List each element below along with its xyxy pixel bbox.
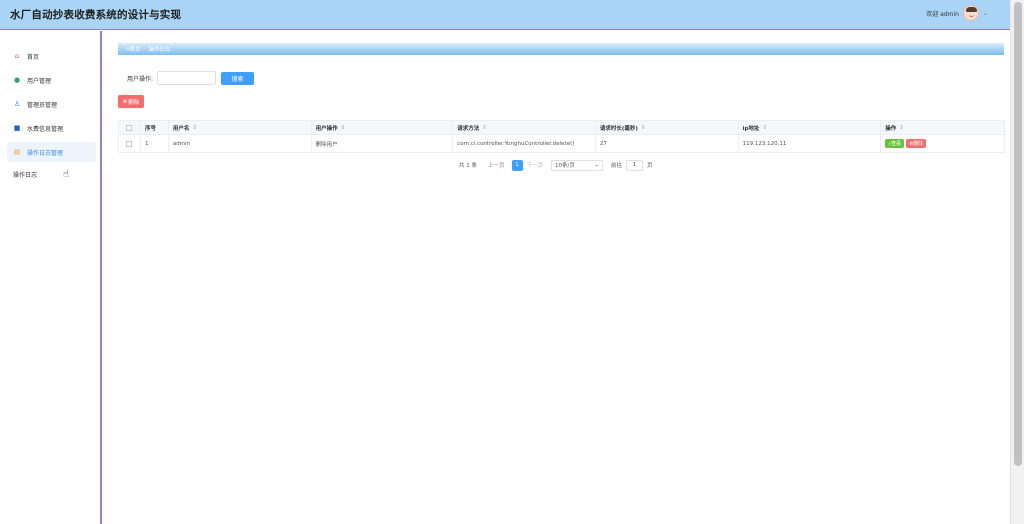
row-checkbox[interactable] [119, 135, 141, 152]
breadcrumb: ⌂ 首页 - 操作日志 [118, 43, 1004, 55]
table-header: 序号 用户名 ⇕ 用户操作 ⇕ 请求方法 ⇕ 请求时长(毫秒) ⇕ ip地址 ⇕ 操作 ⇕ [119, 121, 1004, 135]
sidebar-item-users[interactable]: ● 用户管理 [7, 70, 96, 90]
app-title: 水厂自动抄表收费系统的设计与实现 [10, 9, 182, 21]
cell-duration: 27 [596, 135, 739, 152]
page-unit-label: 页 [647, 163, 653, 169]
sidebar-item-operation-log[interactable]: ▤ 操作日志管理 [7, 142, 96, 162]
sidebar-item-label: 用户管理 [27, 77, 52, 85]
sidebar-item-label: 首页 [27, 53, 40, 61]
vertical-scrollbar[interactable] [1010, 0, 1024, 524]
sort-icon: ⇕ [762, 124, 768, 131]
cell-operation: 删除用户 [312, 135, 454, 152]
sort-icon: ⇕ [640, 124, 646, 131]
sidebar-item-water-fee[interactable]: ■ 水费信息管理 [7, 118, 96, 138]
search-button[interactable]: 搜索 [221, 72, 254, 85]
breadcrumb-home[interactable]: 首页 [130, 45, 141, 53]
column-header-ip[interactable]: ip地址 ⇕ [739, 121, 882, 134]
column-header-operation[interactable]: 用户操作 ⇕ [312, 121, 454, 134]
pagination: 共 1 条 上一页 1 下一页 10条/页 ⌄ 前往 1 页 [459, 159, 653, 171]
log-icon: ▤ [13, 148, 21, 156]
next-page-button[interactable]: 下一页 [527, 161, 544, 169]
cell-username: admin [169, 135, 312, 152]
user-icon: ● [13, 76, 21, 84]
page-number-current[interactable]: 1 [511, 159, 523, 171]
welcome-text: 欢迎 admin [926, 10, 959, 18]
sidebar-subitem-operation-log[interactable]: 操作日志 [13, 170, 37, 179]
sort-icon: ⇕ [482, 124, 487, 131]
breadcrumb-separator: - [143, 46, 146, 52]
admin-icon: ♙ [13, 100, 21, 108]
pagination-total: 共 1 条 [459, 163, 477, 169]
batch-delete-button[interactable]: ⊗ 删除 [118, 95, 144, 108]
cell-actions: ⌕查看 ⊗删除 [881, 135, 1004, 152]
sort-icon: ⇕ [192, 124, 198, 131]
home-icon: ⌂ [14, 52, 20, 60]
column-header-actions[interactable]: 操作 ⇕ [881, 121, 1004, 134]
table-row: 1 admin 删除用户 com.cl.controller.YonghuCon… [119, 135, 1004, 152]
column-header-duration[interactable]: 请求时长(毫秒) ⇕ [596, 121, 739, 134]
log-table: 序号 用户名 ⇕ 用户操作 ⇕ 请求方法 ⇕ 请求时长(毫秒) ⇕ ip地址 ⇕ 操作 ⇕ … [118, 120, 1005, 153]
column-header-index: 序号 [141, 121, 169, 134]
chevron-down-icon: ⌄ [594, 162, 600, 168]
sidebar: ⌂ 首页 ● 用户管理 ♙ 管理员管理 ■ 水费信息管理 ▤ 操作日志管理 操作… [0, 31, 102, 524]
search-label: 用户操作: [127, 76, 154, 83]
column-header-username[interactable]: 用户名 ⇕ [169, 121, 312, 134]
search-input[interactable] [157, 71, 216, 85]
sidebar-item-label: 水费信息管理 [27, 125, 64, 133]
cell-index: 1 [141, 135, 169, 152]
sidebar-item-home[interactable]: ⌂ 首页 [7, 46, 96, 66]
hand-cursor-icon: ☝ [63, 169, 70, 180]
view-button[interactable]: ⌕查看 [885, 139, 905, 148]
sidebar-item-label: 管理员管理 [27, 101, 58, 109]
delete-label: 删除 [128, 99, 140, 106]
scrollbar-thumb[interactable] [1014, 2, 1022, 466]
goto-label: 前往 [611, 163, 623, 169]
sidebar-item-label: 操作日志管理 [27, 149, 64, 157]
prev-page-button[interactable]: 上一页 [485, 161, 508, 169]
sort-icon: ⇕ [899, 124, 904, 131]
avatar[interactable] [962, 5, 979, 21]
sort-icon: ⇕ [340, 124, 346, 131]
column-header-method[interactable]: 请求方法 ⇕ [453, 121, 596, 134]
cell-ip: 119.123.120.11 [739, 135, 882, 152]
chevron-down-icon[interactable]: ⌄ [983, 10, 988, 17]
top-header: 水厂自动抄表收费系统的设计与实现 欢迎 admin ⌄ [0, 0, 1010, 30]
sidebar-item-admins[interactable]: ♙ 管理员管理 [7, 94, 96, 114]
row-delete-button[interactable]: ⊗删除 [906, 139, 927, 148]
select-all-checkbox[interactable] [119, 121, 141, 134]
user-menu[interactable]: 欢迎 admin ⌄ [926, 5, 988, 21]
cell-method: com.cl.controller.YonghuController.delet… [453, 135, 596, 152]
book-icon: ■ [13, 124, 21, 132]
page-size-select[interactable]: 10条/页 ⌄ [551, 159, 604, 171]
goto-page-input[interactable]: 1 [626, 159, 644, 171]
breadcrumb-current: 操作日志 [148, 47, 171, 53]
delete-icon: ⊗ [122, 98, 128, 105]
